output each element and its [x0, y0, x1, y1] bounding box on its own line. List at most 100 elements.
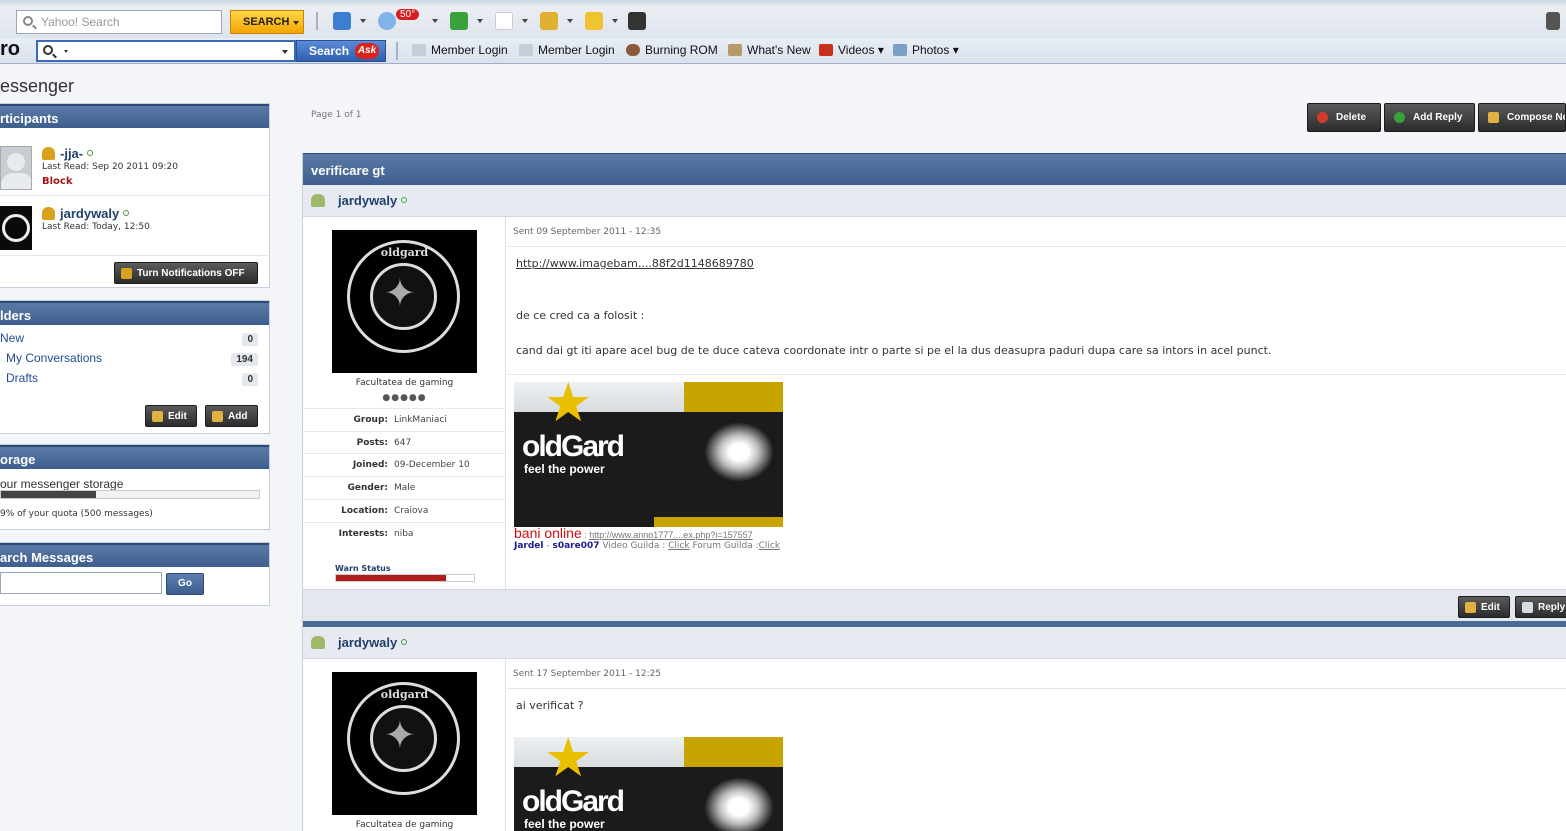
post-author-bar: jardywaly — [303, 627, 1566, 659]
profile-key: Gender: — [347, 483, 388, 493]
ebay-icon[interactable] — [585, 12, 603, 30]
post-author[interactable]: jardywaly — [338, 635, 408, 650]
ask-search-input[interactable] — [36, 40, 296, 62]
chevron-down-icon[interactable] — [432, 19, 438, 23]
ask-search-button[interactable]: Search Ask — [296, 40, 386, 62]
weather-icon[interactable] — [378, 12, 396, 30]
folder-count: 0 — [242, 333, 258, 346]
amazon-icon[interactable] — [628, 12, 646, 30]
ask-search-button-label: Search — [309, 44, 350, 58]
star-icon: ★ — [544, 382, 593, 434]
yahoo-search-button-label: SEARCH — [243, 16, 290, 28]
edit-folders-button[interactable]: Edit — [145, 405, 197, 427]
participant-item: -jja- Last Read: Sep 20 2011 09:20 Block — [0, 138, 268, 196]
pencil-icon — [1465, 602, 1476, 613]
signature-text: Forum Guilda : — [689, 541, 759, 551]
whats-new-icon — [728, 44, 742, 56]
avatar[interactable]: ✦ oldgard — [332, 672, 477, 815]
yahoo-search-input[interactable]: Yahoo! Search — [16, 10, 222, 34]
folder-new[interactable]: New 0 — [0, 331, 268, 351]
participant-name[interactable]: jardywaly — [42, 206, 130, 221]
folder-drafts[interactable]: Drafts 0 — [0, 371, 268, 391]
bell-icon — [121, 268, 132, 279]
button-label: Edit — [1481, 602, 1500, 613]
post-reply-button[interactable]: Reply — [1515, 596, 1566, 618]
post-author[interactable]: jardywaly — [338, 193, 408, 208]
block-link[interactable]: Block — [42, 176, 73, 187]
participant-name[interactable]: -jja- — [42, 146, 94, 161]
toolbar-options-icon[interactable] — [1546, 12, 1560, 30]
bookmark-label: What's New — [747, 43, 811, 57]
flickr-icon[interactable] — [495, 12, 513, 30]
button-label: Compose Ne — [1507, 112, 1566, 123]
ask-toolbar: ro Search Ask Member Login Member Login … — [0, 38, 1566, 64]
folder-my-conversations[interactable]: My Conversations 194 — [0, 351, 268, 371]
post-user-pane: ✦ oldgard Facultatea de gaming ●●●●● Gro… — [303, 217, 506, 589]
chevron-down-icon[interactable] — [360, 19, 366, 23]
post-link[interactable]: http://www.imagebam....88f2d1148689780 — [516, 257, 754, 270]
yahoo-search-button[interactable]: SEARCH — [230, 10, 304, 34]
banner-tagline: feel the power — [524, 462, 605, 476]
guild-video-link[interactable]: Click — [668, 541, 689, 551]
chevron-down-icon — [293, 21, 299, 25]
bookmark-whats-new[interactable]: What's New — [728, 43, 811, 57]
post-text-line: ai verificat ? — [516, 699, 584, 712]
participant-name-label: -jja- — [60, 146, 84, 161]
search-icon — [23, 16, 33, 26]
bookmark-member-login-1[interactable]: Member Login — [412, 43, 508, 57]
chevron-down-icon[interactable] — [477, 19, 483, 23]
chevron-down-icon[interactable] — [522, 19, 528, 23]
finance-icon[interactable] — [450, 12, 468, 30]
offline-status-icon — [123, 210, 130, 216]
offline-status-icon — [401, 639, 408, 645]
signature-divider — [507, 374, 1566, 375]
profile-row-posts: Posts: 647 — [303, 431, 506, 454]
bookmark-photos[interactable]: Photos ▾ — [893, 43, 959, 57]
reply-icon — [1394, 112, 1405, 123]
conversation-thread: verificare gt jardywaly ✦ oldgard Facult… — [302, 153, 1566, 831]
notification-bell-icon — [42, 147, 55, 160]
star-icon: ★ — [544, 737, 593, 789]
pagination-label: Page 1 of 1 — [311, 110, 362, 120]
profile-value: 647 — [394, 438, 412, 448]
mail-icon[interactable] — [333, 12, 351, 30]
folder-label: My Conversations — [6, 351, 103, 365]
chevron-down-icon[interactable] — [282, 50, 288, 54]
games-icon[interactable] — [540, 12, 558, 30]
bookmark-burning-rom[interactable]: Burning ROM — [626, 43, 718, 57]
avatar[interactable] — [0, 146, 32, 190]
bookmark-videos[interactable]: Videos ▾ — [819, 43, 884, 57]
notification-bell-icon — [42, 207, 55, 220]
folders-panel: lders New 0 My Conversations 194 Drafts … — [0, 300, 270, 434]
search-go-button[interactable]: Go — [166, 573, 204, 595]
toolbar-brand: ro — [0, 38, 20, 60]
post-author-bar: jardywaly — [303, 185, 1566, 217]
signature-link[interactable]: http://www.anno1777....ex.php?i=157557 — [589, 530, 752, 540]
add-reply-button[interactable]: Add Reply — [1384, 103, 1475, 132]
chevron-down-icon[interactable] — [567, 19, 573, 23]
turn-notifications-off-button[interactable]: Turn Notifications OFF — [114, 262, 258, 284]
avatar[interactable] — [0, 206, 32, 250]
chevron-down-icon[interactable] — [612, 19, 618, 23]
bookmark-member-login-2[interactable]: Member Login — [519, 43, 615, 57]
delete-button[interactable]: Delete — [1307, 103, 1381, 132]
post-edit-button[interactable]: Edit — [1458, 596, 1510, 618]
guild-forum-link[interactable]: Click — [759, 541, 780, 551]
post-sent-date: Sent 17 September 2011 - 12:25 — [507, 659, 1566, 689]
search-messages-input[interactable] — [0, 572, 162, 594]
add-folder-button[interactable]: Add — [205, 405, 258, 427]
ask-logo: Ask — [355, 43, 379, 59]
profile-row-group: Group: LinkManiaci — [303, 408, 506, 431]
profile-value: 09-December 10 — [394, 460, 470, 470]
offline-status-icon — [87, 150, 94, 156]
participant-item: jardywaly Last Read: Today, 12:50 — [0, 198, 268, 256]
chevron-down-icon[interactable] — [64, 50, 68, 53]
compose-new-button[interactable]: Compose Ne — [1478, 103, 1566, 132]
post-text-line: cand dai gt iti apare acel bug de te duc… — [516, 344, 1272, 357]
warn-status-label[interactable]: Warn Status — [335, 564, 391, 573]
folder-add-icon — [212, 411, 223, 422]
avatar[interactable]: ✦ oldgard — [332, 230, 477, 373]
participant-last-read: Last Read: Today, 12:50 — [42, 222, 150, 232]
profile-key: Joined: — [352, 460, 388, 470]
delete-icon — [1317, 112, 1328, 123]
